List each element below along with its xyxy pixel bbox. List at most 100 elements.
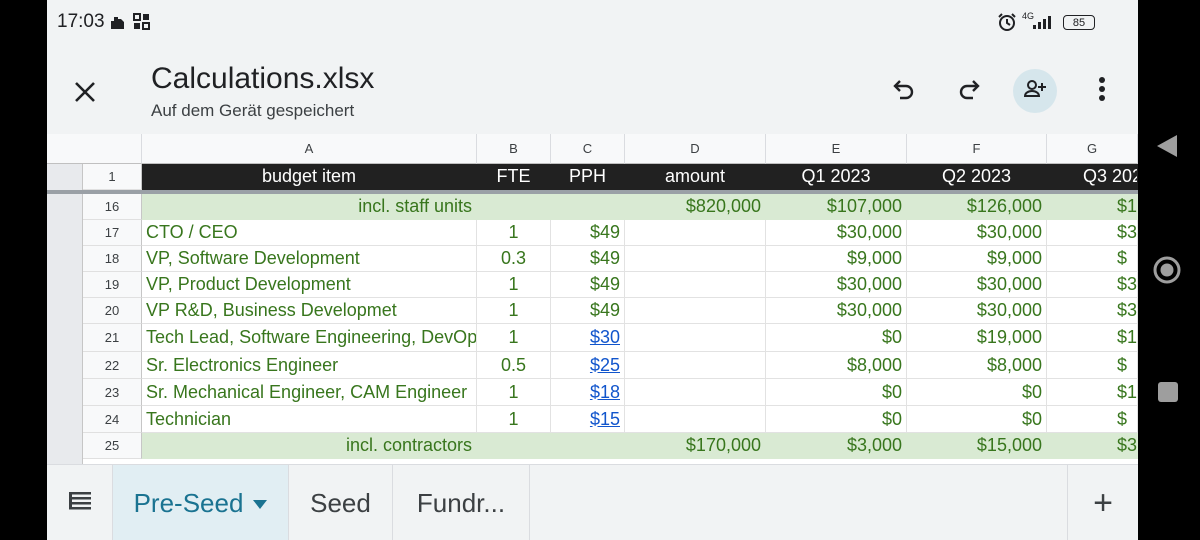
- header-cell-f[interactable]: Q2 2023: [907, 164, 1047, 190]
- column-header-c[interactable]: C: [551, 134, 625, 164]
- nav-back-icon[interactable]: [1155, 133, 1179, 164]
- cell-g[interactable]: $1: [1047, 379, 1138, 406]
- cell-g[interactable]: $3: [1047, 272, 1138, 298]
- cell-a[interactable]: VP R&D, Business Developmet: [142, 298, 477, 324]
- cell-a[interactable]: Tech Lead, Software Engineering, DevOp: [142, 324, 477, 352]
- cell-f[interactable]: $0: [907, 379, 1047, 406]
- cell-a[interactable]: Sr. Mechanical Engineer, CAM Engineer: [142, 379, 477, 406]
- column-header-b[interactable]: B: [477, 134, 551, 164]
- cell-c[interactable]: $49: [551, 272, 625, 298]
- cell-f[interactable]: $19,000: [907, 324, 1047, 352]
- cell-c[interactable]: $25: [551, 352, 625, 379]
- row-number[interactable]: 22: [83, 352, 142, 379]
- cell-a[interactable]: Sr. Electronics Engineer: [142, 352, 477, 379]
- sheet-tab-seed[interactable]: Seed: [289, 465, 393, 540]
- nav-home-icon[interactable]: [1152, 255, 1182, 290]
- close-icon[interactable]: [71, 78, 99, 106]
- row-number[interactable]: 1: [83, 164, 142, 190]
- cell-f[interactable]: $30,000: [907, 298, 1047, 324]
- cell-b[interactable]: [477, 194, 551, 220]
- cell-g[interactable]: $: [1047, 246, 1138, 272]
- cell-a[interactable]: incl. contractors: [142, 433, 477, 459]
- cell-e[interactable]: $0: [766, 406, 907, 433]
- column-header-d[interactable]: D: [625, 134, 766, 164]
- cell-d[interactable]: [625, 246, 766, 272]
- cell-e[interactable]: $107,000: [766, 194, 907, 220]
- cell-link[interactable]: $30: [590, 327, 620, 348]
- cell-d[interactable]: [625, 352, 766, 379]
- cell-a[interactable]: VP, Software Development: [142, 246, 477, 272]
- sheet-tab-fundr[interactable]: Fundr...: [393, 465, 530, 540]
- more-options-button[interactable]: [1080, 69, 1124, 113]
- cell-b[interactable]: 0.3: [477, 246, 551, 272]
- header-cell-b[interactable]: FTE: [477, 164, 551, 190]
- cell-e[interactable]: $8,000: [766, 352, 907, 379]
- row-number[interactable]: 18: [83, 246, 142, 272]
- cell-d[interactable]: [625, 379, 766, 406]
- row-number[interactable]: 20: [83, 298, 142, 324]
- cell-c[interactable]: [551, 433, 625, 459]
- undo-button[interactable]: [882, 69, 926, 113]
- row-number[interactable]: 19: [83, 272, 142, 298]
- cell-g[interactable]: $3: [1047, 433, 1138, 459]
- cell-g[interactable]: $: [1047, 406, 1138, 433]
- cell-a[interactable]: Technician: [142, 406, 477, 433]
- share-button[interactable]: [1013, 69, 1057, 113]
- column-header-f[interactable]: F: [907, 134, 1047, 164]
- cell-c[interactable]: [551, 194, 625, 220]
- cell-d[interactable]: [625, 298, 766, 324]
- cell-link[interactable]: $18: [590, 382, 620, 403]
- cell-link[interactable]: $15: [590, 409, 620, 430]
- nav-recents-icon[interactable]: [1157, 381, 1179, 408]
- cell-c[interactable]: $49: [551, 246, 625, 272]
- row-number[interactable]: 23: [83, 379, 142, 406]
- row-number[interactable]: 25: [83, 433, 142, 459]
- cell-g[interactable]: $1: [1047, 324, 1138, 352]
- cell-e[interactable]: $9,000: [766, 246, 907, 272]
- cell-f[interactable]: $0: [907, 406, 1047, 433]
- cell-d[interactable]: $170,000: [625, 433, 766, 459]
- cell-b[interactable]: 1: [477, 220, 551, 246]
- all-sheets-button[interactable]: [47, 465, 113, 540]
- cell-b[interactable]: 1: [477, 406, 551, 433]
- spreadsheet-grid[interactable]: ABCDEFG 1 budget item FTE PPH amount Q1 2023 Q…: [47, 134, 1138, 464]
- cell-b[interactable]: 1: [477, 324, 551, 352]
- header-cell-a[interactable]: budget item: [142, 164, 477, 190]
- sheet-tab-pre-seed[interactable]: Pre-Seed: [113, 465, 289, 540]
- cell-d[interactable]: $820,000: [625, 194, 766, 220]
- cell-d[interactable]: [625, 324, 766, 352]
- column-header-g[interactable]: G: [1047, 134, 1138, 164]
- cell-b[interactable]: 1: [477, 272, 551, 298]
- cell-b[interactable]: 1: [477, 298, 551, 324]
- cell-a[interactable]: CTO / CEO: [142, 220, 477, 246]
- cell-c[interactable]: $30: [551, 324, 625, 352]
- cell-g[interactable]: $14: [1047, 194, 1138, 220]
- cell-f[interactable]: $126,000: [907, 194, 1047, 220]
- cell-e[interactable]: $30,000: [766, 272, 907, 298]
- column-header-a[interactable]: A: [142, 134, 477, 164]
- cell-b[interactable]: [477, 433, 551, 459]
- cell-a[interactable]: incl. staff units: [142, 194, 477, 220]
- cell-c[interactable]: $49: [551, 298, 625, 324]
- redo-button[interactable]: [947, 69, 991, 113]
- cell-f[interactable]: $8,000: [907, 352, 1047, 379]
- cell-b[interactable]: 0.5: [477, 352, 551, 379]
- chevron-down-icon[interactable]: [253, 500, 268, 509]
- header-cell-d[interactable]: amount: [625, 164, 766, 190]
- header-cell-g[interactable]: Q3 202: [1047, 164, 1138, 190]
- cell-d[interactable]: [625, 406, 766, 433]
- row-number[interactable]: 21: [83, 324, 142, 352]
- cell-g[interactable]: $3: [1047, 298, 1138, 324]
- cell-e[interactable]: $3,000: [766, 433, 907, 459]
- cell-f[interactable]: $30,000: [907, 220, 1047, 246]
- header-cell-c[interactable]: PPH: [551, 164, 625, 190]
- cell-e[interactable]: $30,000: [766, 220, 907, 246]
- row-number[interactable]: 24: [83, 406, 142, 433]
- cell-a[interactable]: VP, Product Development: [142, 272, 477, 298]
- cell-b[interactable]: 1: [477, 379, 551, 406]
- cell-e[interactable]: $30,000: [766, 298, 907, 324]
- cell-f[interactable]: $15,000: [907, 433, 1047, 459]
- cell-link[interactable]: $25: [590, 355, 620, 376]
- cell-g[interactable]: $: [1047, 352, 1138, 379]
- column-header-e[interactable]: E: [766, 134, 907, 164]
